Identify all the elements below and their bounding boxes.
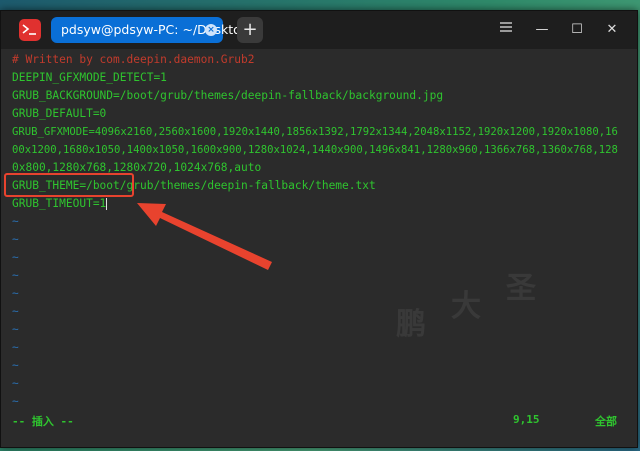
annotation-arrow-icon	[137, 203, 272, 270]
